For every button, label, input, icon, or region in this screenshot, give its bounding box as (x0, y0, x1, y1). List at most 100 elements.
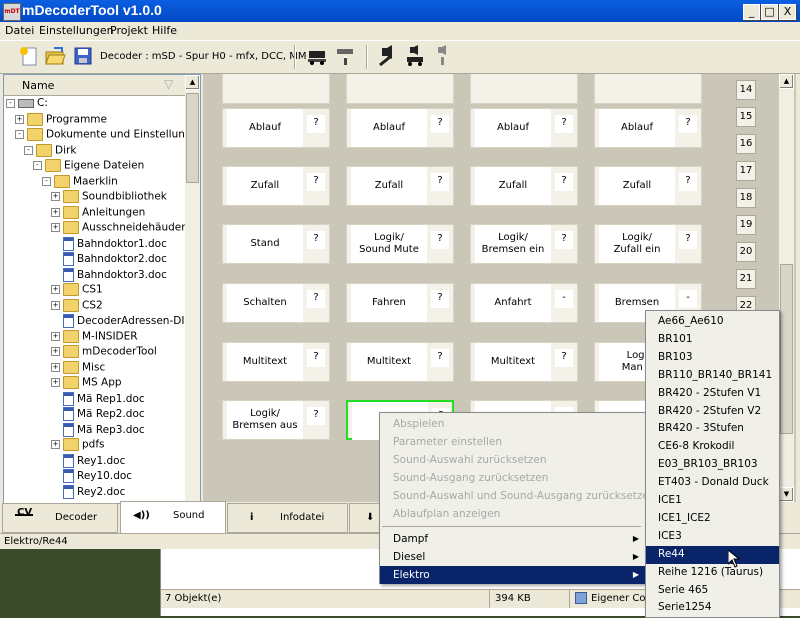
slot-sound-button[interactable]: ? (307, 290, 325, 308)
scroll-down-button[interactable]: ▼ (779, 487, 794, 502)
slot-number[interactable]: 15 (736, 107, 756, 127)
slot-number[interactable]: 14 (736, 80, 756, 100)
tree-item[interactable]: + Soundbibliothek (51, 190, 167, 206)
tree-item[interactable]: - Dirk (24, 143, 76, 160)
slot-cell[interactable]: Multitext? (222, 342, 330, 382)
slot-cell-partial[interactable] (594, 74, 702, 104)
tree-item[interactable]: + mDecoderTool (51, 345, 157, 361)
submenu-item-locomotive[interactable]: Serie1254 (646, 599, 779, 617)
tree-item[interactable]: + M-INSIDER (51, 329, 138, 346)
expand-icon[interactable]: + (51, 331, 60, 341)
submenu-item-locomotive[interactable]: BR420 - 3Stufen (646, 420, 779, 438)
open-folder-icon[interactable] (44, 45, 66, 67)
slot-cell[interactable]: Logik/ Zufall ein? (594, 224, 702, 264)
expand-icon[interactable]: + (51, 300, 60, 310)
expand-icon[interactable]: + (51, 285, 60, 294)
folder-tree[interactable]: Name ▽ - C: + Programme - Dokumente und Einst… (3, 74, 201, 504)
slot-cell[interactable]: Zufall? (594, 166, 702, 206)
close-button[interactable]: X (779, 4, 796, 20)
tree-item[interactable]: + CS2 (51, 298, 103, 315)
expand-icon[interactable]: + (51, 362, 60, 372)
menu-hilfe[interactable]: Hilfe (152, 24, 177, 37)
scroll-thumb[interactable] (186, 93, 199, 183)
slot-cell[interactable]: Zufall? (222, 166, 330, 206)
slot-number[interactable]: 18 (736, 188, 756, 208)
submenu-item-locomotive[interactable]: ICE1 (646, 492, 779, 510)
collapse-icon[interactable]: - (15, 130, 24, 139)
tree-item[interactable]: + MS App (51, 376, 122, 392)
collapse-icon[interactable]: - (24, 145, 33, 155)
slot-sound-button[interactable]: ? (431, 231, 449, 249)
tree-item[interactable]: Mä Rep3.doc (51, 422, 145, 439)
sound-locomotive-icon[interactable] (404, 45, 426, 67)
submenu-item-locomotive[interactable]: Reihe 1216 (Taurus) (646, 564, 779, 582)
submenu-item-locomotive[interactable]: Ae66_Ae610 (646, 313, 779, 331)
slot-cell[interactable]: Ablauf? (346, 108, 454, 148)
slot-sound-button[interactable]: ? (307, 349, 325, 367)
slot-cell[interactable]: Zufall? (470, 166, 578, 206)
slot-cell[interactable]: Multitext? (470, 342, 578, 382)
expand-icon[interactable]: + (51, 347, 60, 356)
slot-cell[interactable]: Logik/ Bremsen aus? (222, 400, 330, 440)
slot-cell[interactable]: Ablauf? (222, 108, 330, 148)
tree-item[interactable]: - Eigene Dateien (33, 159, 144, 175)
slot-sound-button[interactable]: - (555, 290, 573, 308)
title-bar[interactable]: mDT mDecoderTool v1.0.0 _ □ X (0, 0, 800, 22)
grid-scrollbar[interactable]: ▲ ▼ (779, 74, 794, 502)
expand-icon[interactable]: + (51, 223, 60, 232)
tree-header[interactable]: Name ▽ (4, 75, 185, 96)
submenu-item-locomotive[interactable]: E03_BR103_BR103 (646, 456, 779, 474)
menu-item-diesel[interactable]: Diesel ▶ (380, 548, 645, 566)
tree-item[interactable]: Bahndoktor2.doc (51, 252, 167, 268)
tab-decoder[interactable]: CV Decoder (2, 503, 118, 533)
slot-sound-button[interactable]: ? (679, 115, 697, 133)
expand-icon[interactable]: + (51, 378, 60, 387)
slot-cell[interactable]: Stand? (222, 224, 330, 264)
slot-cell-partial[interactable] (346, 74, 454, 104)
submenu-item-locomotive[interactable]: Serie 465 (646, 582, 779, 600)
slot-number[interactable]: 19 (736, 215, 756, 235)
submenu-item-locomotive[interactable]: BR110_BR140_BR141 (646, 367, 779, 385)
tree-item[interactable]: + CS1 (51, 283, 103, 299)
slot-sound-button[interactable]: ? (307, 115, 325, 133)
expand-icon[interactable]: + (51, 440, 60, 449)
slot-cell[interactable]: Anfahrt - (470, 283, 578, 323)
tree-item[interactable]: Bahndoktor3.doc (51, 267, 167, 284)
expand-icon[interactable]: + (51, 192, 60, 201)
slot-number[interactable]: 17 (736, 161, 756, 181)
app-icon[interactable]: mDT (3, 3, 21, 21)
slot-number[interactable]: 21 (736, 269, 756, 289)
menu-einstellungen[interactable]: Einstellungen (39, 24, 114, 37)
tree-item[interactable]: + Programme (15, 112, 107, 129)
slot-cell[interactable]: Schalten? (222, 283, 330, 323)
tree-item[interactable]: - C: (6, 97, 48, 113)
slot-cell[interactable]: Ablauf? (470, 108, 578, 148)
slot-sound-button[interactable]: ? (555, 349, 573, 367)
slot-number[interactable]: 20 (736, 242, 756, 262)
slot-cell-partial[interactable] (222, 74, 330, 104)
scroll-up-button[interactable]: ▲ (185, 75, 200, 90)
slot-cell[interactable]: Multitext? (346, 342, 454, 382)
slot-sound-button[interactable]: ? (555, 231, 573, 249)
tree-item[interactable]: Mä Rep1.doc (51, 391, 145, 408)
slot-sound-button[interactable]: ? (307, 173, 325, 191)
slot-sound-button[interactable]: ? (555, 173, 573, 191)
locomotive-info-icon[interactable] (334, 45, 356, 67)
expand-icon[interactable]: + (51, 207, 60, 217)
slot-cell[interactable]: Ablauf? (594, 108, 702, 148)
maximize-button[interactable]: □ (761, 4, 778, 20)
tree-scrollbar[interactable]: ▲ (185, 75, 200, 503)
slot-cell[interactable]: Zufall? (346, 166, 454, 206)
menu-item-dampf[interactable]: Dampf ▶ (380, 530, 645, 548)
tree-item[interactable]: Rey2.doc (51, 484, 125, 501)
slot-sound-button[interactable]: ? (679, 231, 697, 249)
slot-cell[interactable]: Fahren? (346, 283, 454, 323)
submenu-item-locomotive[interactable]: ICE3 (646, 528, 779, 546)
save-disk-icon[interactable] (72, 45, 94, 67)
expand-icon[interactable]: + (15, 114, 24, 124)
menu-item-elektro[interactable]: Elektro ▶ (380, 566, 645, 584)
slot-sound-button[interactable]: ? (431, 115, 449, 133)
sound-edit-icon[interactable] (376, 45, 398, 67)
tree-item[interactable]: DecoderAdressen-DI... (51, 314, 194, 330)
menu-projekt[interactable]: Projekt (110, 24, 148, 37)
